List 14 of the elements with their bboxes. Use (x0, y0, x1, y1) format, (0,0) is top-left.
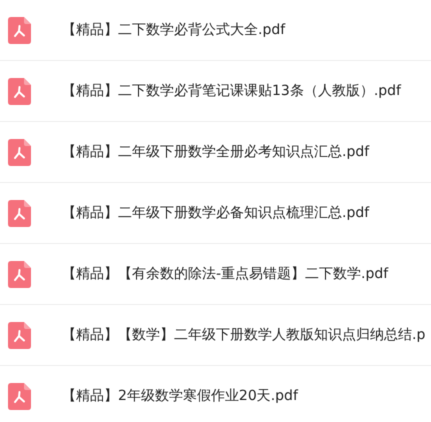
pdf-file-icon (8, 260, 31, 288)
file-name[interactable]: 【精品】二年级下册数学全册必考知识点汇总.pdf (62, 143, 370, 161)
file-name[interactable]: 【精品】【有余数的除法-重点易错题】二下数学.pdf (62, 265, 388, 283)
pdf-file-icon (8, 78, 31, 104)
pdf-file-icon (8, 322, 31, 348)
file-name[interactable]: 【精品】【数学】二年级下册数学人教版知识点归纳总结.p (62, 326, 426, 344)
file-name[interactable]: 【精品】二下数学必背公式大全.pdf (62, 21, 286, 39)
pdf-file-icon (8, 16, 31, 44)
file-name[interactable]: 【精品】二年级下册数学必备知识点梳理汇总.pdf (62, 204, 370, 222)
pdf-file-icon (8, 200, 31, 226)
file-name[interactable]: 【精品】2年级数学寒假作业20天.pdf (62, 387, 298, 405)
pdf-file-icon (8, 138, 31, 166)
file-name[interactable]: 【精品】二下数学必背笔记课课贴13条（人教版）.pdf (62, 82, 401, 100)
pdf-file-icon (8, 382, 31, 410)
